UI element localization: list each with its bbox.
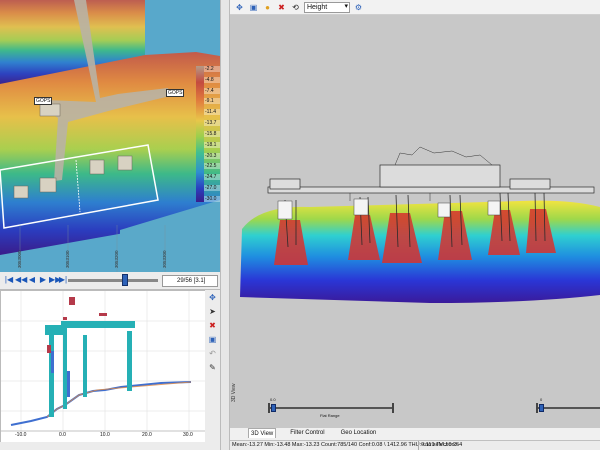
zoom-window-icon[interactable]: ▣ — [248, 2, 259, 13]
view-toolbar: ✥ ▣ ● ✖ ⟲ Height ⚙ — [230, 0, 600, 15]
legend-tick: -13.7 — [204, 120, 220, 127]
pane-splitter[interactable] — [220, 0, 230, 450]
window-icon[interactable]: ▣ — [207, 334, 218, 345]
step-back-button[interactable]: ◀ — [27, 275, 37, 285]
legend-ticks: -2.2 -4.8 -7.4 -9.1 -11.4 -13.7 -15.8 -1… — [204, 66, 220, 202]
legend-tick: -18.1 — [204, 141, 220, 148]
first-frame-button[interactable]: |◀ — [4, 275, 14, 285]
rewind-button[interactable]: ◀◀ — [15, 275, 27, 285]
range-slider-right[interactable]: 0 — [536, 397, 600, 413]
axis-number: 3053100 — [65, 250, 70, 268]
bathymetry-surface — [0, 0, 220, 272]
legend-tick: -2.2 — [204, 66, 220, 72]
view-tabs: 3D View Filter Control Geo Location — [248, 428, 378, 438]
slider-end — [392, 403, 394, 413]
legend-tick: -4.8 — [204, 76, 220, 83]
3d-view[interactable]: 0.0 Flat Range 0 — [230, 15, 600, 428]
profile-toolbar: ✥ ➤ ✖ ▣ ↶ ✎ — [205, 290, 220, 442]
3d-scene — [230, 15, 600, 428]
gps-marker-right[interactable]: GOPS — [166, 89, 185, 97]
profile-x-tick: 10.0 — [100, 432, 110, 438]
slider-track[interactable] — [536, 407, 600, 409]
legend-tick: -24.7 — [204, 174, 220, 181]
slider-caption: Flat Range — [320, 413, 340, 418]
gps-marker-left[interactable]: GOPS — [34, 97, 53, 105]
frame-slider-thumb[interactable] — [122, 274, 128, 286]
delete-icon[interactable]: ✖ — [207, 320, 218, 331]
last-frame-button[interactable]: ▶| — [58, 275, 68, 285]
profile-x-tick: 30.0 — [183, 432, 193, 438]
profile-x-tick: 0.0 — [59, 432, 66, 438]
legend-tick: -11.4 — [204, 109, 220, 116]
slider-left-value: 0.0 — [270, 397, 276, 402]
selection-status: <no selection> — [418, 441, 458, 450]
bathymetry-map[interactable]: GOPS GOPS 3053000 3053100 3053200 305330… — [0, 0, 220, 272]
legend-tick: -30.0 — [204, 195, 220, 202]
profile-x-tick: 20.0 — [142, 432, 152, 438]
tab-3d-view[interactable]: 3D View — [248, 428, 277, 438]
move-icon[interactable]: ✥ — [207, 292, 218, 303]
tab-filter-control[interactable]: Filter Control — [288, 428, 326, 438]
tab-geo-location[interactable]: Geo Location — [339, 428, 379, 438]
slider-knob[interactable] — [539, 404, 544, 412]
frame-slider-track[interactable] — [68, 279, 158, 282]
light-bulb-icon[interactable]: ● — [262, 2, 273, 13]
legend-tick: -22.5 — [204, 163, 220, 170]
slider-end — [536, 403, 538, 413]
settings-icon[interactable]: ⚙ — [353, 2, 364, 13]
playback-bar: |◀ ◀◀ ◀ ▶ ▶▶ ▶| 29/56 [3.1] — [0, 272, 220, 290]
slider-end — [268, 403, 270, 413]
legend-tick: -20.3 — [204, 152, 220, 159]
legend-tick: -27.0 — [204, 185, 220, 192]
range-slider-left[interactable]: 0.0 Flat Range — [268, 397, 394, 418]
legend-tick: -7.4 — [204, 87, 220, 94]
3d-view-side-label: 3D View — [231, 383, 237, 402]
frame-field[interactable]: 29/56 [3.1] — [162, 275, 218, 287]
refresh-icon[interactable]: ⟲ — [290, 2, 301, 13]
undo-icon[interactable]: ↶ — [207, 348, 218, 359]
profile-x-tick: -10.0 — [15, 432, 27, 438]
status-bar: Mean:-13.27 Min:-13.48 Max:-13.23 Count:… — [230, 440, 600, 450]
pen-icon[interactable]: ✎ — [207, 362, 218, 373]
pan-icon[interactable]: ✥ — [234, 2, 245, 13]
select-cursor-icon[interactable]: ➤ — [207, 306, 218, 317]
axis-number: 3053000 — [17, 250, 22, 268]
slider-track[interactable] — [268, 407, 394, 409]
color-mode-select[interactable]: Height — [304, 1, 350, 13]
profile-plot[interactable]: -10.0 0.0 10.0 20.0 30.0 — [0, 290, 206, 443]
delete-icon[interactable]: ✖ — [276, 2, 287, 13]
legend-tick: -15.8 — [204, 130, 220, 137]
axis-number: 3053200 — [114, 250, 119, 268]
slider-right-value: 0 — [540, 397, 543, 402]
play-button[interactable]: ▶ — [38, 275, 48, 285]
axis-number: 3053300 — [162, 250, 167, 268]
profile-canvas — [1, 291, 206, 443]
slider-knob[interactable] — [271, 404, 276, 412]
legend-color-bar — [196, 66, 204, 202]
left-status-strip — [0, 442, 220, 450]
legend-tick: -9.1 — [204, 98, 220, 105]
